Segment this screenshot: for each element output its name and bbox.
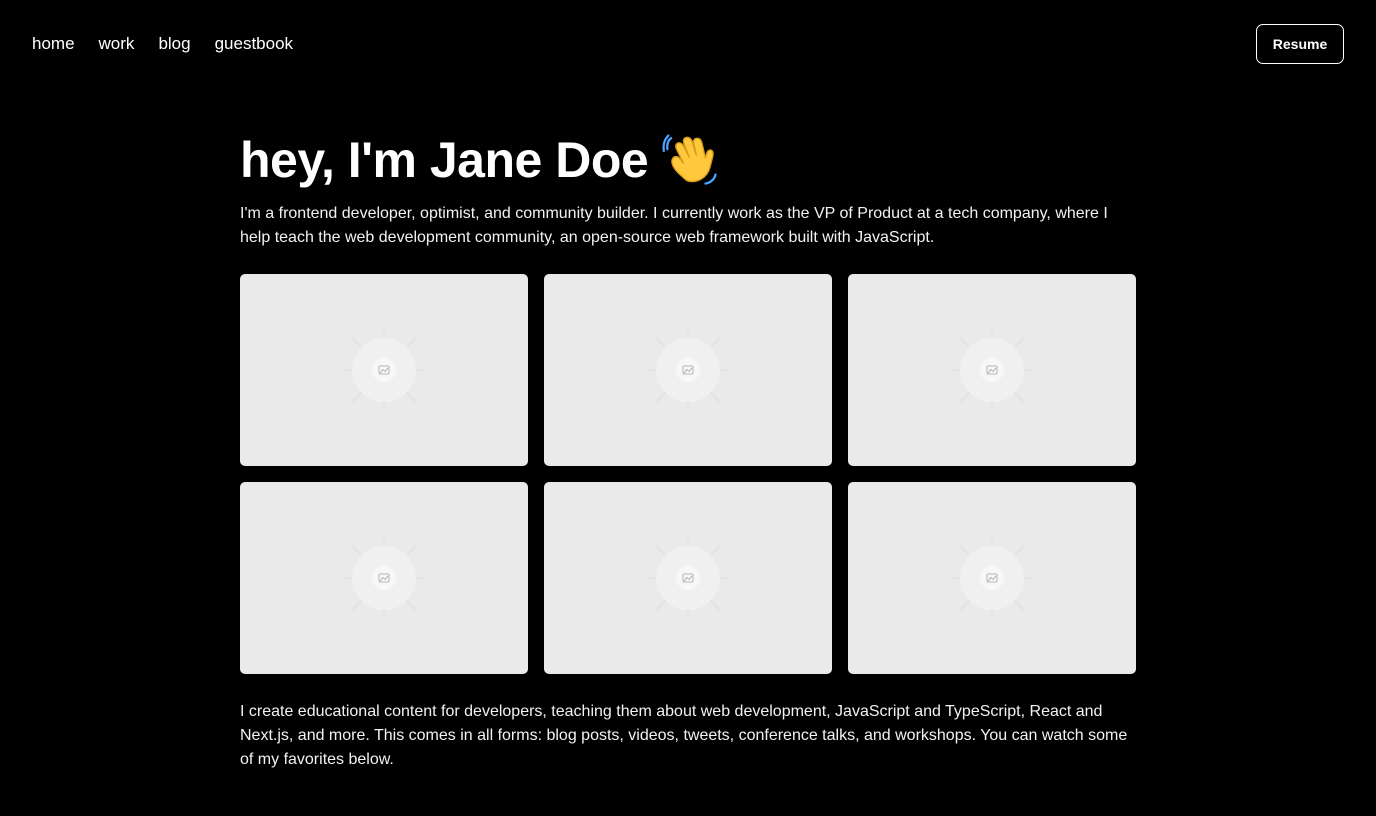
image-placeholder-icon [344, 538, 424, 618]
gallery-card[interactable] [848, 274, 1136, 466]
page-title: hey, I'm Jane Doe [240, 128, 1136, 192]
nav-link-home[interactable]: home [32, 33, 75, 55]
top-navigation: home work blog guestbook Resume [0, 0, 1376, 88]
photo-gallery [240, 274, 1136, 674]
waving-hand-icon [662, 131, 720, 189]
intro-paragraph: I'm a frontend developer, optimist, and … [240, 205, 1108, 246]
gallery-card[interactable] [544, 482, 832, 674]
nav-link-blog[interactable]: blog [158, 33, 190, 55]
outro-paragraph: I create educational content for develop… [240, 703, 1128, 768]
gallery-card[interactable] [240, 482, 528, 674]
gallery-card[interactable] [544, 274, 832, 466]
page-title-text: hey, I'm Jane Doe [240, 132, 649, 188]
nav-links: home work blog guestbook [32, 33, 317, 55]
image-placeholder-icon [952, 330, 1032, 410]
main-content: hey, I'm Jane Doe I'm a frontend develop… [240, 128, 1136, 772]
gallery-card[interactable] [240, 274, 528, 466]
image-placeholder-icon [648, 330, 728, 410]
image-placeholder-icon [648, 538, 728, 618]
nav-link-work[interactable]: work [99, 33, 135, 55]
image-placeholder-icon [344, 330, 424, 410]
image-placeholder-icon [952, 538, 1032, 618]
nav-link-guestbook[interactable]: guestbook [215, 33, 293, 55]
gallery-card[interactable] [848, 482, 1136, 674]
resume-button[interactable]: Resume [1256, 24, 1344, 64]
